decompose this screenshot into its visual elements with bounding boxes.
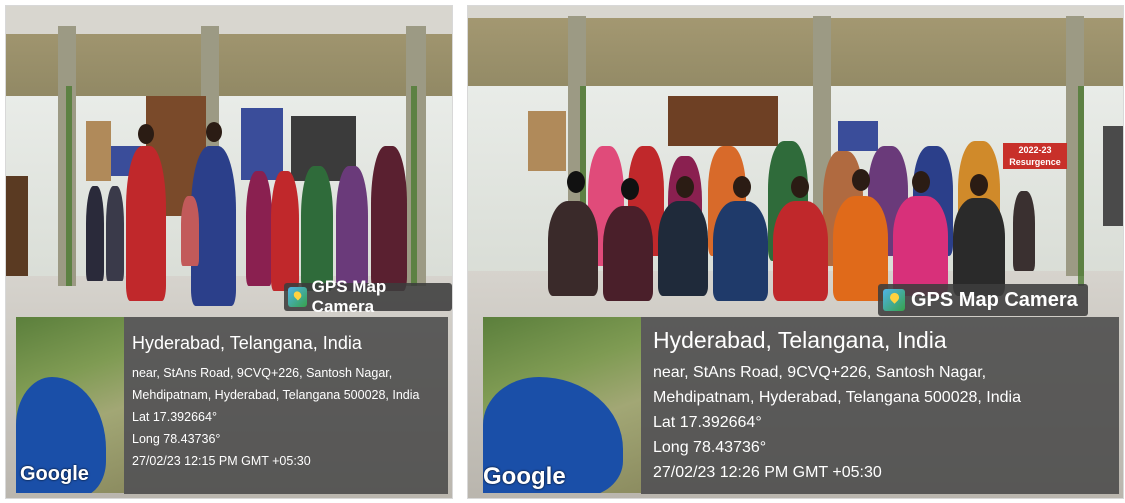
side-door [6, 176, 28, 276]
cabinet [86, 121, 111, 181]
vine [411, 86, 417, 286]
window-grill [1103, 126, 1123, 226]
student-front-row [773, 201, 828, 301]
timestamp: 27/02/23 12:15 PM GMT +05:30 [132, 454, 311, 468]
latitude: Lat 17.392664° [132, 410, 217, 424]
bystander [1013, 191, 1035, 271]
address-line-2: Mehdipatnam, Hyderabad, Telangana 500028… [132, 388, 420, 402]
student-front-row [548, 201, 598, 296]
address-line-2: Mehdipatnam, Hyderabad, Telangana 500028… [653, 389, 1021, 406]
bystander [181, 196, 199, 266]
cabinet [528, 111, 566, 171]
head [852, 169, 870, 191]
google-logo: Google [483, 463, 566, 490]
gps-map-camera-icon [288, 287, 307, 307]
google-logo: Google [20, 463, 89, 485]
head [206, 122, 222, 142]
notice-board [838, 121, 878, 151]
woman-red-saree [126, 146, 166, 301]
vine [1078, 86, 1084, 286]
bystander [86, 186, 104, 281]
latitude: Lat 17.392664° [653, 414, 762, 431]
gps-map-camera-badge: GPS Map Camera [284, 277, 452, 316]
ceiling [468, 6, 1123, 18]
head [676, 176, 694, 198]
map-thumbnail: Google [16, 317, 124, 493]
student-front-row [658, 201, 708, 296]
location-info-panel: Hyderabad, Telangana, India near, StAns … [641, 317, 1119, 494]
woman-standing [336, 166, 368, 291]
location-city: Hyderabad, Telangana, India [653, 327, 947, 353]
head [912, 171, 930, 193]
map-thumbnail: Google [483, 317, 641, 493]
address-line-1: near, StAns Road, 9CVQ+226, Santosh Naga… [653, 364, 987, 381]
longitude: Long 78.43736° [132, 432, 221, 446]
student-front-row [603, 206, 653, 301]
gps-map-camera-badge: GPS Map Camera [878, 284, 1088, 316]
gps-badge-label: GPS Map Camera [911, 288, 1078, 311]
woman-standing [246, 171, 272, 286]
woman-standing [271, 171, 299, 291]
head [138, 124, 154, 144]
woman-standing [371, 146, 407, 291]
head [567, 171, 585, 193]
head [791, 176, 809, 198]
head [970, 174, 988, 196]
notice-board [241, 108, 283, 180]
resurgence-banner: 2022-23 Resurgence [1003, 143, 1067, 169]
head [621, 178, 639, 200]
bystander [106, 186, 124, 281]
timestamp: 27/02/23 12:26 PM GMT +05:30 [653, 464, 882, 481]
student-front-row [713, 201, 768, 301]
head [733, 176, 751, 198]
gps-badge-label: GPS Map Camera [311, 277, 387, 316]
doorway [668, 96, 778, 146]
student-front-row [953, 198, 1005, 296]
longitude: Long 78.43736° [653, 439, 767, 456]
photo-right: 2022-23 Resurgence GPS Map Camera Google… [467, 5, 1124, 499]
student-front-row [893, 196, 948, 296]
photo-left: GPS Map Camera Google Hyderabad, Telanga… [5, 5, 453, 499]
address-line-1: near, StAns Road, 9CVQ+226, Santosh Naga… [132, 366, 393, 380]
vine [66, 86, 72, 286]
gps-map-camera-icon [883, 289, 905, 311]
location-info-panel: Hyderabad, Telangana, India near, StAns … [124, 317, 448, 494]
location-city: Hyderabad, Telangana, India [132, 333, 362, 353]
woman-standing [301, 166, 333, 291]
